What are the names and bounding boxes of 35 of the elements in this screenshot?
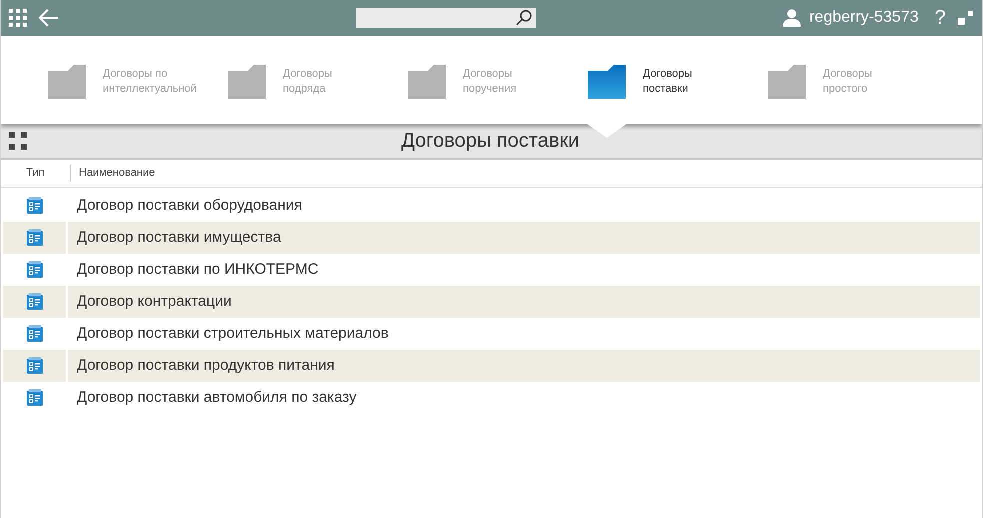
category-tab[interactable]: Договоры поставки xyxy=(588,65,768,99)
document-icon xyxy=(26,229,44,247)
document-icon xyxy=(26,293,44,311)
folder-icon xyxy=(408,65,446,99)
folder-icon xyxy=(588,65,626,99)
tiles-icon[interactable] xyxy=(9,132,27,150)
folder-icon xyxy=(228,65,266,99)
table-cell-text: Договор поставки продуктов питания xyxy=(76,356,335,376)
table-cell-text: Договор поставки строительных материалов xyxy=(76,324,389,344)
document-icon xyxy=(26,357,44,375)
document-icon xyxy=(26,197,44,215)
table-cell-text: Договор поставки автомобиля по заказу xyxy=(76,388,357,408)
username[interactable]: regberry-53573 xyxy=(809,6,919,30)
column-header[interactable]: Тип xyxy=(1,165,71,182)
table-row[interactable]: Договор поставки продуктов питания xyxy=(3,350,980,382)
help-button[interactable]: ? xyxy=(934,8,946,28)
page-title: Договоры поставки xyxy=(401,129,580,154)
folder-icon xyxy=(768,65,806,99)
back-arrow-icon[interactable] xyxy=(39,9,59,27)
document-icon xyxy=(26,325,44,343)
table-cell-text: Договор поставки имущества xyxy=(76,228,282,248)
column-header[interactable]: Наименование xyxy=(71,165,156,182)
document-icon xyxy=(26,389,44,407)
table-cell-text: Договор поставки по ИНКОТЕРМС xyxy=(76,260,319,280)
apps-grid-icon[interactable] xyxy=(9,9,27,27)
document-icon xyxy=(26,261,44,279)
table-row[interactable]: Договор поставки имущества xyxy=(3,222,980,254)
table-cell-text: Договор поставки оборудования xyxy=(76,196,302,216)
user-icon[interactable] xyxy=(783,9,802,27)
table-row[interactable]: Договор контрактации xyxy=(3,286,980,318)
folder-icon xyxy=(48,65,86,99)
search-icon[interactable] xyxy=(516,10,532,26)
table-cell-text: Договор контрактации xyxy=(76,292,232,312)
search-field[interactable] xyxy=(356,8,536,28)
expand-icon[interactable] xyxy=(958,10,974,26)
